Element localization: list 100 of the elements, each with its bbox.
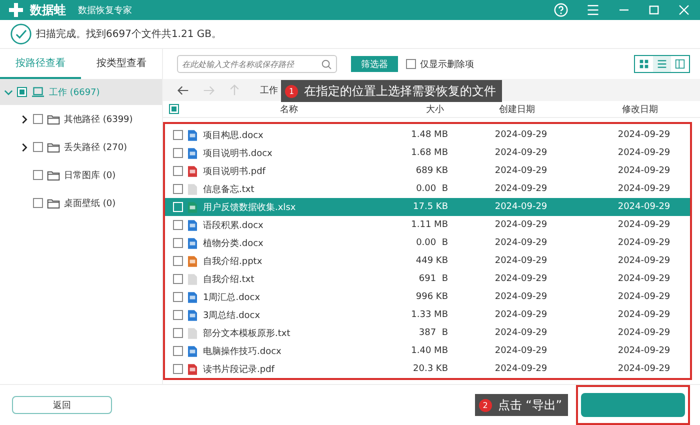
- row-checkbox[interactable]: [173, 130, 183, 140]
- help-icon[interactable]: [554, 3, 568, 17]
- chevron-icon[interactable]: [20, 142, 29, 152]
- chevron-icon[interactable]: [20, 114, 29, 124]
- file-size: 449 KB: [414, 256, 448, 266]
- row-checkbox[interactable]: [173, 292, 183, 302]
- modified-date: 2024-09-29: [616, 256, 672, 266]
- file-name: 3周总结.docx: [203, 310, 262, 322]
- file-icon: [188, 346, 197, 356]
- file-row[interactable]: 电脑操作技巧.docx 1.40 MB 2024-09-29 2024-09-29: [165, 342, 690, 360]
- step-number-badge: 2: [478, 398, 492, 412]
- file-icon: [188, 274, 197, 284]
- row-checkbox[interactable]: [173, 148, 183, 158]
- file-name: 植物分类.docx: [203, 238, 264, 250]
- back-button[interactable]: 返回: [12, 396, 112, 414]
- row-checkbox[interactable]: [173, 310, 183, 320]
- file-row[interactable]: 语段积累.docx 1.11 MB 2024-09-29 2024-09-29: [165, 216, 690, 234]
- row-checkbox[interactable]: [173, 256, 183, 266]
- select-all-checkbox[interactable]: [169, 104, 179, 114]
- created-date: 2024-09-29: [494, 328, 548, 338]
- file-icon: [188, 148, 197, 158]
- close-icon[interactable]: [678, 4, 690, 16]
- file-size: 0.00 B: [415, 184, 448, 194]
- created-date: 2024-09-29: [494, 292, 548, 302]
- list-icon[interactable]: [657, 59, 667, 69]
- file-name: 项目构思.docx: [203, 130, 264, 142]
- tree-checkbox[interactable]: [33, 114, 43, 124]
- column-header[interactable]: 名称: [199, 102, 379, 116]
- created-date: 2024-09-29: [494, 346, 548, 356]
- created-date: 2024-09-29: [494, 274, 548, 284]
- row-checkbox[interactable]: [173, 364, 183, 374]
- row-checkbox[interactable]: [173, 220, 183, 230]
- tree-label: 工作 (6697): [49, 86, 100, 98]
- deleted-only-label[interactable]: 仅显示删除项: [420, 58, 474, 70]
- file-row[interactable]: 1周汇总.docx 996 KB 2024-09-29 2024-09-29: [165, 288, 690, 306]
- grid-icon[interactable]: [639, 59, 649, 69]
- modified-date: 2024-09-29: [616, 202, 672, 212]
- created-date: 2024-09-29: [494, 310, 548, 320]
- search-field[interactable]: 在此处输入文件名称或保存路径: [177, 55, 337, 73]
- file-row[interactable]: 自我介绍.pptx 449 KB 2024-09-29 2024-09-29: [165, 252, 690, 270]
- column-header[interactable]: 大小: [382, 102, 444, 116]
- back-arrow-icon[interactable]: [177, 84, 189, 96]
- created-date: 2024-09-29: [494, 202, 548, 212]
- row-checkbox[interactable]: [173, 328, 183, 338]
- tree-label: 丢失路径 (270): [64, 142, 128, 154]
- tree-checkbox[interactable]: [17, 87, 27, 97]
- step-number-badge: 1: [285, 84, 298, 98]
- file-row[interactable]: 项目说明书.pdf 689 KB 2024-09-29 2024-09-29: [165, 162, 690, 180]
- folder-icon: [47, 170, 60, 180]
- file-row[interactable]: 信息备忘.txt 0.00 B 2024-09-29 2024-09-29: [165, 180, 690, 198]
- column-header[interactable]: 修改日期: [590, 102, 690, 116]
- file-size: 691 B: [418, 274, 448, 284]
- file-icon: [188, 256, 197, 266]
- modified-date: 2024-09-29: [616, 346, 672, 356]
- created-date: 2024-09-29: [494, 256, 548, 266]
- folder-icon: [47, 114, 60, 124]
- created-date: 2024-09-29: [494, 220, 548, 230]
- tree-checkbox[interactable]: [33, 170, 43, 180]
- file-size: 1.40 MB: [410, 346, 448, 356]
- search-icon[interactable]: [321, 58, 332, 70]
- column-header[interactable]: 创建日期: [447, 102, 587, 116]
- file-row[interactable]: 项目构思.docx 1.48 MB 2024-09-29 2024-09-29: [165, 126, 690, 144]
- file-icon: [188, 310, 197, 320]
- modified-date: 2024-09-29: [616, 130, 672, 140]
- file-row[interactable]: 自我介绍.txt 691 B 2024-09-29 2024-09-29: [165, 270, 690, 288]
- file-row[interactable]: 植物分类.docx 0.00 B 2024-09-29 2024-09-29: [165, 234, 690, 252]
- list-view-button[interactable]: [653, 56, 671, 72]
- callout-text: 点击 “导出”: [498, 396, 562, 414]
- file-row[interactable]: 读书片段记录.pdf 20.3 KB 2024-09-29 2024-09-29: [165, 360, 690, 378]
- file-name: 1周汇总.docx: [203, 292, 262, 304]
- app-subtitle: 数据恢复专家: [78, 4, 132, 16]
- cross-logo-icon: [8, 2, 24, 18]
- file-row[interactable]: 3周总结.docx 1.33 MB 2024-09-29 2024-09-29: [165, 306, 690, 324]
- modified-date: 2024-09-29: [616, 238, 672, 248]
- file-name: 信息备忘.txt: [203, 183, 256, 196]
- file-name: 用户反馈数据收集.xlsx: [203, 202, 297, 214]
- row-checkbox[interactable]: [173, 166, 183, 176]
- created-date: 2024-09-29: [494, 238, 548, 248]
- scan-status: 扫描完成。找到6697个文件共1.21 GB。: [36, 28, 222, 41]
- columns-icon[interactable]: [675, 59, 685, 69]
- row-checkbox[interactable]: [173, 184, 183, 194]
- tree-checkbox[interactable]: [33, 142, 43, 152]
- menu-icon[interactable]: [586, 3, 600, 17]
- file-icon: [188, 238, 197, 248]
- deleted-only-checkbox[interactable]: [406, 59, 416, 69]
- file-name: 语段积累.docx: [203, 220, 264, 232]
- laptop-icon: [31, 86, 45, 98]
- file-row[interactable]: 项目说明书.docx 1.68 MB 2024-09-29 2024-09-29: [165, 144, 690, 162]
- tree-checkbox[interactable]: [33, 198, 43, 208]
- folder-icon: [47, 142, 60, 152]
- row-checkbox[interactable]: [173, 346, 183, 356]
- row-checkbox[interactable]: [173, 238, 183, 248]
- created-date: 2024-09-29: [494, 184, 548, 194]
- file-size: 1.11 MB: [410, 220, 448, 230]
- row-checkbox[interactable]: [173, 274, 183, 284]
- file-row[interactable]: 部分文本模板原形.txt 387 B 2024-09-29 2024-09-29: [165, 324, 690, 342]
- file-size: 996 KB: [414, 292, 448, 302]
- tree-label: 桌面壁纸 (0): [64, 198, 116, 210]
- file-size: 1.68 MB: [410, 148, 448, 158]
- maximize-icon[interactable]: [648, 4, 660, 16]
